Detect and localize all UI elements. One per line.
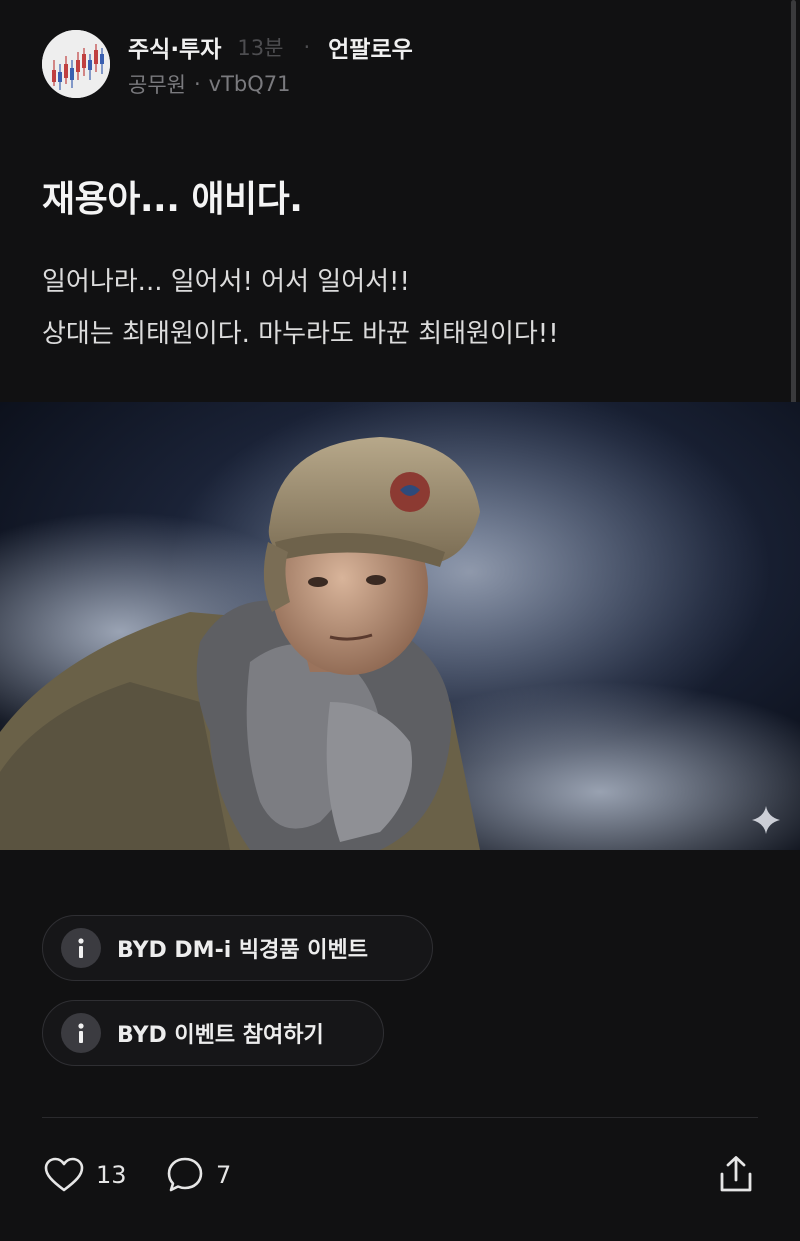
scrollbar[interactable]	[791, 0, 796, 460]
post-title: 재용아... 애비다.	[42, 179, 303, 220]
comment-button[interactable]: 7	[166, 1152, 231, 1198]
like-count: 13	[96, 1161, 127, 1189]
post-image[interactable]	[0, 402, 800, 850]
share-icon	[720, 1156, 752, 1192]
sparkle-icon[interactable]	[750, 804, 782, 836]
board-name[interactable]: 주식·투자	[128, 30, 221, 64]
info-icon	[61, 928, 101, 968]
separator-dot: ·	[303, 35, 311, 59]
post-body: 일어나라... 일어서! 어서 일어서!! 상대는 최태원이다. 마누라도 바꾼…	[42, 256, 772, 360]
event-pill-byd-dmi[interactable]: BYD DM-i 빅경품 이벤트	[42, 915, 433, 981]
info-icon	[61, 1013, 101, 1053]
post-page: 주식·투자 13분 · 언팔로우 공무원 · vTbQ71 재용아... 애비다…	[0, 0, 800, 1241]
event-pill-byd-join[interactable]: BYD 이벤트 참여하기	[42, 1000, 384, 1066]
like-button[interactable]: 13	[44, 1152, 127, 1198]
share-button[interactable]	[716, 1154, 756, 1194]
unfollow-button[interactable]: 언팔로우	[328, 30, 413, 64]
post-body-line: 상대는 최태원이다. 마누라도 바꾼 최태원이다!!	[42, 319, 559, 349]
author-info: 공무원 · vTbQ71	[128, 68, 291, 100]
stock-chart-avatar-icon	[42, 30, 110, 98]
heart-icon	[44, 1157, 84, 1192]
author-job: 공무원	[128, 73, 186, 97]
post-time: 13분	[237, 36, 284, 60]
comment-count: 7	[216, 1161, 232, 1189]
speech-bubble-icon	[167, 1157, 203, 1192]
post-body-line: 일어나라... 일어서! 어서 일어서!!	[42, 267, 410, 297]
event-pill-label: BYD 이벤트 참여하기	[117, 1023, 324, 1048]
header-meta: 주식·투자 13분 · 언팔로우	[128, 30, 413, 64]
soldier-portrait-image	[0, 402, 800, 850]
event-pill-label: BYD DM-i 빅경품 이벤트	[117, 938, 369, 963]
author-separator-dot: ·	[193, 72, 201, 96]
post-header: 주식·투자 13분 · 언팔로우 공무원 · vTbQ71	[42, 28, 742, 102]
avatar[interactable]	[42, 30, 110, 98]
author-id[interactable]: vTbQ71	[209, 72, 291, 96]
divider	[42, 1117, 758, 1118]
